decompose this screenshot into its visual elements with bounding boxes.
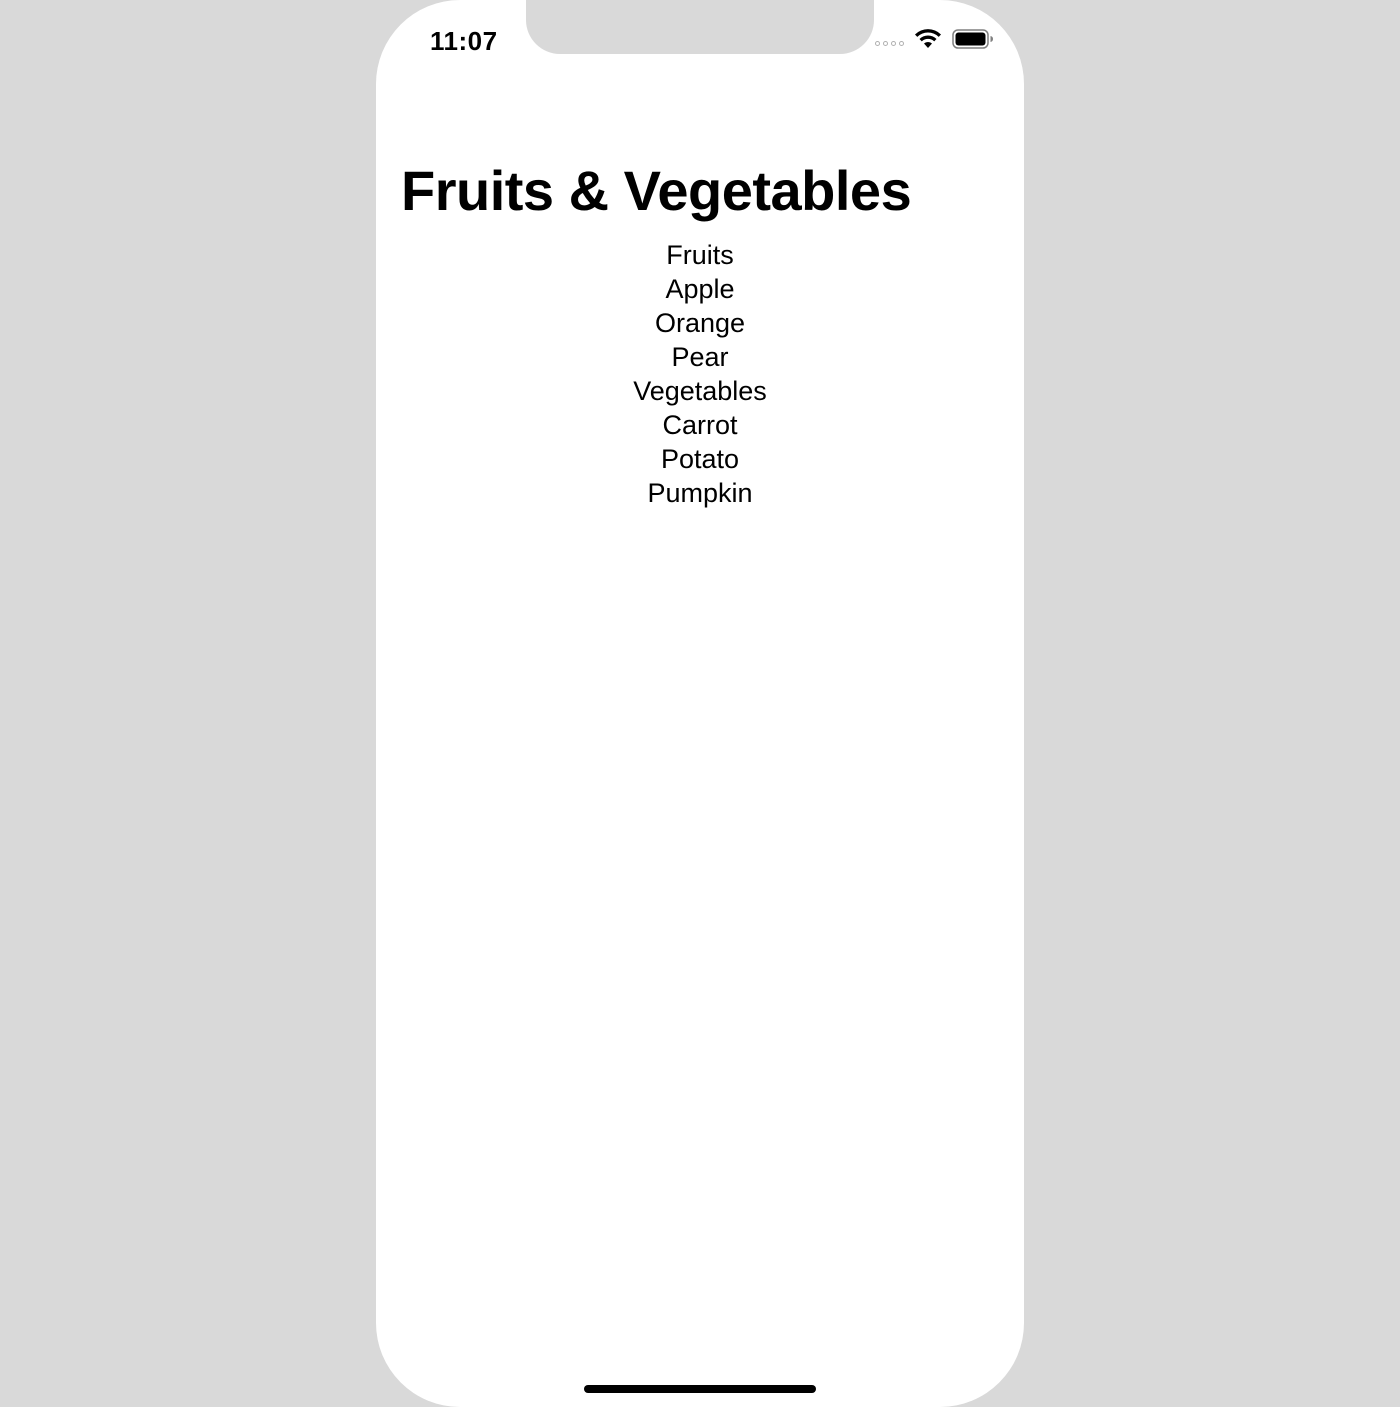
phone-screen: 11:07 Fruits & Vegetables Fruits Apple O… [376, 0, 1024, 1407]
home-indicator[interactable] [584, 1385, 816, 1393]
list-item: Potato [660, 444, 740, 474]
list-item: Pear [671, 342, 729, 372]
page-title: Fruits & Vegetables [401, 159, 912, 222]
notch [526, 0, 874, 54]
list-item: Vegetables [633, 376, 767, 406]
list-item: Carrot [662, 410, 738, 440]
list-item: Apple [665, 274, 735, 304]
list-item: Orange [654, 308, 746, 338]
status-time: 11:07 [430, 26, 498, 56]
list-item: Fruits [666, 240, 734, 270]
item-list: Fruits Apple Orange Pear Vegetables Carr… [376, 238, 1024, 510]
battery-icon [952, 29, 993, 49]
wifi-icon [915, 29, 941, 48]
signal-dots-icon [875, 40, 904, 46]
status-icons [875, 28, 994, 50]
list-item: Pumpkin [647, 478, 753, 508]
